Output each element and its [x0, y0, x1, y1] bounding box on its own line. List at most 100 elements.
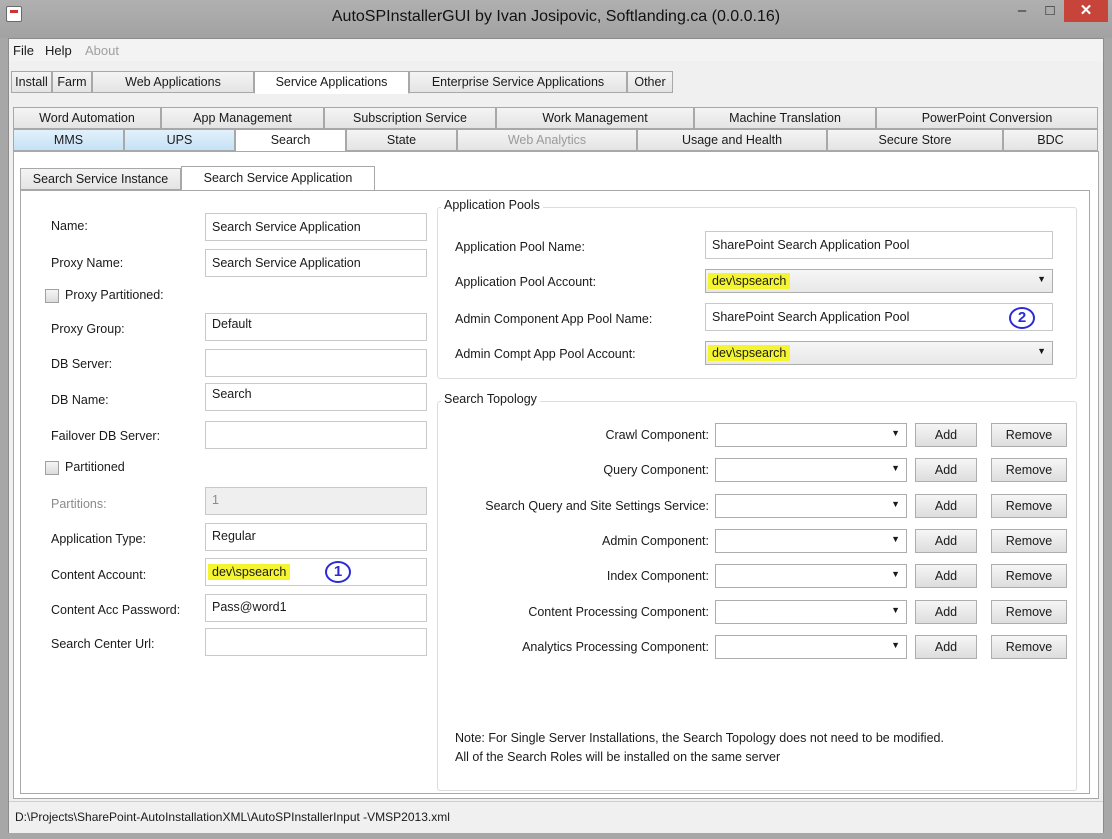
index-component-add-button[interactable]: Add [915, 564, 977, 588]
analytics-processing-component-dropdown[interactable]: ▼ [715, 635, 907, 659]
minimize-button[interactable]: – [1008, 0, 1036, 22]
topology-note-line-1: Note: For Single Server Installations, t… [455, 731, 944, 745]
partitions-field[interactable]: 1 [205, 487, 427, 515]
menu-help[interactable]: Help [45, 43, 72, 58]
db-name-label: DB Name: [51, 393, 109, 407]
db-server-label: DB Server: [51, 357, 113, 371]
index-component-dropdown[interactable]: ▼ [715, 564, 907, 588]
index-component-label: Index Component: [606, 569, 709, 583]
chevron-down-icon: ▼ [891, 428, 900, 438]
tab-secure-store[interactable]: Secure Store [827, 129, 1003, 151]
name-field[interactable]: Search Service Application [205, 213, 427, 241]
admin-pool-name-label: Admin Component App Pool Name: [455, 312, 653, 326]
chevron-down-icon: ▼ [1037, 274, 1046, 284]
tab-ups[interactable]: UPS [124, 129, 235, 151]
tab-bdc[interactable]: BDC [1003, 129, 1098, 151]
search-service-application-form: Name: Search Service Application Proxy N… [20, 190, 1090, 794]
search-center-url-label: Search Center Url: [51, 637, 155, 651]
tab-machine-translation[interactable]: Machine Translation [694, 107, 876, 129]
query-component-remove-button[interactable]: Remove [991, 458, 1067, 482]
query-component-dropdown[interactable]: ▼ [715, 458, 907, 482]
chevron-down-icon: ▼ [891, 499, 900, 509]
admin-component-dropdown[interactable]: ▼ [715, 529, 907, 553]
application-type-field[interactable]: Regular [205, 523, 427, 551]
content-acc-password-field[interactable]: Pass@word1 [205, 594, 427, 622]
application-pools-title: Application Pools [441, 198, 543, 212]
tab-web-applications[interactable]: Web Applications [92, 71, 254, 93]
query-component-add-button[interactable]: Add [915, 458, 977, 482]
pool-name-field[interactable]: SharePoint Search Application Pool [705, 231, 1053, 259]
close-button[interactable]: ✕ [1064, 0, 1108, 22]
db-server-field[interactable] [205, 349, 427, 377]
content-account-field[interactable]: dev\spsearch [205, 558, 427, 586]
tab-enterprise-service-applications[interactable]: Enterprise Service Applications [409, 71, 627, 93]
search-query-and-site-settings-service-add-button[interactable]: Add [915, 494, 977, 518]
tab-app-management[interactable]: App Management [161, 107, 324, 129]
content-processing-component-add-button[interactable]: Add [915, 600, 977, 624]
analytics-processing-component-label: Analytics Processing Component: [522, 640, 709, 654]
tab-other[interactable]: Other [627, 71, 673, 93]
crawl-component-dropdown[interactable]: ▼ [715, 423, 907, 447]
annotation-circle-1: 1 [325, 561, 351, 583]
proxy-name-label: Proxy Name: [51, 256, 124, 270]
pool-account-dropdown[interactable]: dev\spsearch ▼ [705, 269, 1053, 293]
index-component-remove-button[interactable]: Remove [991, 564, 1067, 588]
tab-powerpoint-conversion[interactable]: PowerPoint Conversion [876, 107, 1098, 129]
crawl-component-add-button[interactable]: Add [915, 423, 977, 447]
db-name-field[interactable]: Search [205, 383, 427, 411]
topology-note-line-2: All of the Search Roles will be installe… [455, 750, 781, 764]
tab-mms[interactable]: MMS [13, 129, 124, 151]
tab-install[interactable]: Install [11, 71, 52, 93]
admin-component-remove-button[interactable]: Remove [991, 529, 1067, 553]
pool-name-label: Application Pool Name: [455, 240, 585, 254]
partitioned-checkbox[interactable] [45, 461, 59, 475]
admin-pool-name-field[interactable]: SharePoint Search Application Pool [705, 303, 1053, 331]
failover-db-server-field[interactable] [205, 421, 427, 449]
content-account-label: Content Account: [51, 568, 147, 582]
service-tab-row-1: Word Automation App Management Subscript… [13, 107, 1103, 129]
tab-search-service-instance[interactable]: Search Service Instance [20, 168, 181, 190]
search-center-url-field[interactable] [205, 628, 427, 656]
service-tab-row-2: MMS UPS Search State Web Analytics Usage… [13, 129, 1103, 152]
content-processing-component-remove-button[interactable]: Remove [991, 600, 1067, 624]
admin-pool-account-label: Admin Compt App Pool Account: [455, 347, 636, 361]
tab-word-automation[interactable]: Word Automation [13, 107, 161, 129]
chevron-down-icon: ▼ [891, 534, 900, 544]
search-query-and-site-settings-service-dropdown[interactable]: ▼ [715, 494, 907, 518]
tab-work-management[interactable]: Work Management [496, 107, 694, 129]
application-type-label: Application Type: [51, 532, 146, 546]
chevron-down-icon: ▼ [891, 569, 900, 579]
menu-about[interactable]: About [85, 43, 119, 58]
admin-component-label: Admin Component: [601, 534, 709, 548]
tab-usage-and-health[interactable]: Usage and Health [637, 129, 827, 151]
search-query-and-site-settings-service-remove-button[interactable]: Remove [991, 494, 1067, 518]
content-processing-component-label: Content Processing Component: [528, 605, 709, 619]
crawl-component-label: Crawl Component: [605, 428, 709, 442]
tab-search-service-application[interactable]: Search Service Application [181, 166, 375, 191]
maximize-button[interactable]: □ [1036, 0, 1064, 22]
crawl-component-remove-button[interactable]: Remove [991, 423, 1067, 447]
admin-pool-account-dropdown[interactable]: dev\spsearch ▼ [705, 341, 1053, 365]
pool-account-value: dev\spsearch [708, 273, 791, 289]
proxy-partitioned-label: Proxy Partitioned: [65, 288, 164, 302]
analytics-processing-component-add-button[interactable]: Add [915, 635, 977, 659]
proxy-name-field[interactable]: Search Service Application [205, 249, 427, 277]
proxy-partitioned-checkbox[interactable] [45, 289, 59, 303]
title-bar[interactable]: AutoSPInstallerGUI by Ivan Josipovic, So… [0, 0, 1112, 38]
chevron-down-icon: ▼ [891, 605, 900, 615]
search-query-and-site-settings-service-label: Search Query and Site Settings Service: [485, 499, 709, 513]
tab-service-applications[interactable]: Service Applications [254, 71, 409, 94]
annotation-circle-2: 2 [1009, 307, 1035, 329]
tab-web-analytics[interactable]: Web Analytics [457, 129, 637, 151]
content-acc-password-label: Content Acc Password: [51, 603, 181, 617]
proxy-group-field[interactable]: Default [205, 313, 427, 341]
tab-farm[interactable]: Farm [52, 71, 92, 93]
content-processing-component-dropdown[interactable]: ▼ [715, 600, 907, 624]
analytics-processing-component-remove-button[interactable]: Remove [991, 635, 1067, 659]
menu-file[interactable]: File [13, 43, 34, 58]
tab-state[interactable]: State [346, 129, 457, 151]
admin-component-add-button[interactable]: Add [915, 529, 977, 553]
tab-search[interactable]: Search [235, 129, 346, 152]
tab-subscription-service[interactable]: Subscription Service [324, 107, 496, 129]
chevron-down-icon: ▼ [891, 463, 900, 473]
